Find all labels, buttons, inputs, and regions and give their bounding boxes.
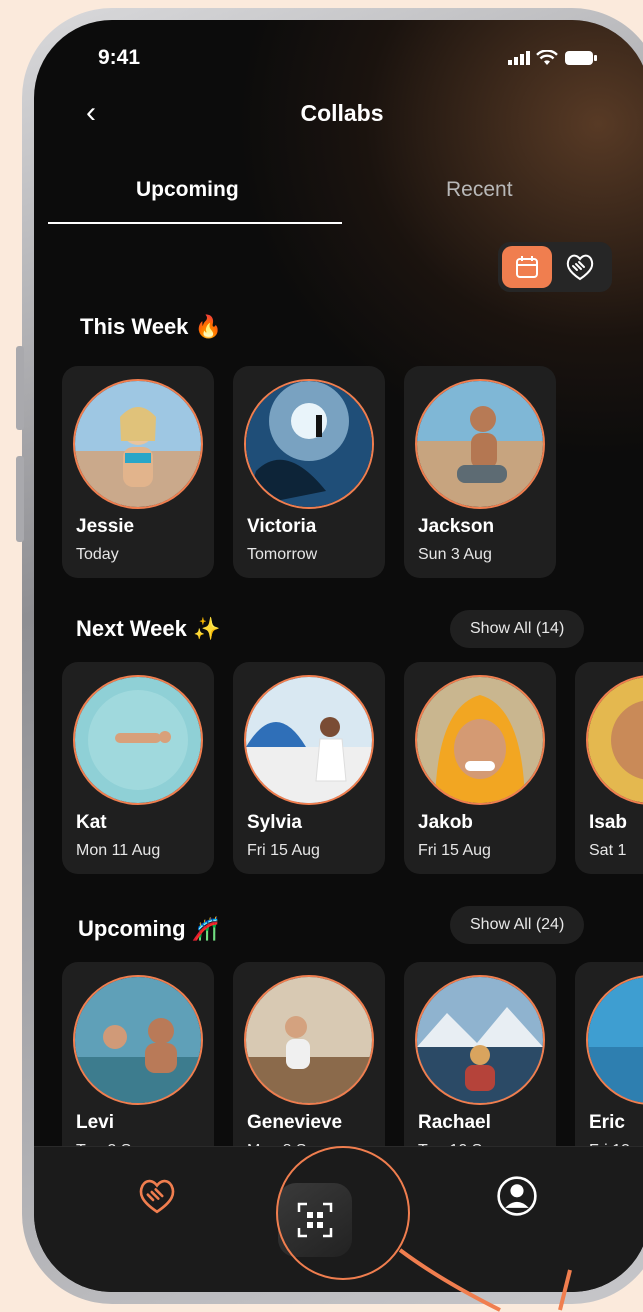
screen: 9:41 ‹ Collabs Upcoming Recent This Week… bbox=[34, 20, 643, 1292]
card-name: Jackson bbox=[418, 516, 495, 537]
battery-icon bbox=[565, 51, 597, 65]
card-name: Levi bbox=[76, 1112, 115, 1133]
signal-icon bbox=[508, 51, 530, 65]
card-date: Fri 15 Aug bbox=[418, 842, 491, 859]
avatar bbox=[586, 975, 643, 1105]
avatar bbox=[415, 975, 545, 1105]
card-date: Tomorrow bbox=[247, 546, 318, 563]
card-name: Isab bbox=[589, 812, 628, 833]
next-week-row: Kat Mon 11 Aug Sylvia Fri 15 Aug Jakob F… bbox=[62, 662, 643, 878]
avatar bbox=[73, 379, 203, 509]
collab-card[interactable]: Jakob Fri 15 Aug bbox=[404, 662, 556, 874]
view-toggle bbox=[498, 242, 612, 292]
card-date: Sat 1 bbox=[589, 842, 627, 859]
show-all-button[interactable]: Show All (24) bbox=[450, 906, 585, 944]
tab-bar: Upcoming Recent bbox=[48, 178, 628, 228]
card-date: Mon 11 Aug bbox=[76, 842, 161, 859]
avatar bbox=[73, 675, 203, 805]
nav-bar: ‹ Collabs bbox=[34, 96, 643, 136]
profile-icon[interactable] bbox=[496, 1175, 538, 1217]
card-name: Genevieve bbox=[247, 1112, 343, 1133]
collab-card[interactable]: Rachael Tue 10 Sep bbox=[404, 962, 556, 1174]
card-name: Jakob bbox=[418, 812, 473, 833]
pointer-arrow bbox=[398, 1248, 572, 1312]
collab-card[interactable]: Jackson Sun 3 Aug bbox=[404, 366, 556, 578]
calendar-icon bbox=[516, 256, 538, 278]
card-name: Eric bbox=[589, 1112, 625, 1133]
avatar bbox=[586, 675, 643, 805]
show-all-button[interactable]: Show All (14) bbox=[450, 610, 585, 648]
collab-card[interactable]: Jessie Today bbox=[62, 366, 214, 578]
mute-switch bbox=[16, 346, 24, 430]
tab-recent[interactable]: Recent bbox=[446, 178, 513, 202]
status-icons bbox=[508, 50, 598, 66]
card-date: Today bbox=[76, 546, 119, 563]
avatar bbox=[415, 379, 545, 509]
collab-card[interactable]: Eric Fri 12 bbox=[575, 962, 643, 1174]
section-title-upcoming: Upcoming 🎢 bbox=[78, 916, 220, 941]
collab-card[interactable]: Sylvia Fri 15 Aug bbox=[233, 662, 385, 874]
calendar-view-button[interactable] bbox=[502, 246, 552, 288]
handshake-icon[interactable] bbox=[136, 1175, 178, 1217]
section-title-next-week: Next Week ✨ bbox=[76, 616, 221, 641]
avatar bbox=[244, 675, 374, 805]
card-name: Jessie bbox=[76, 516, 135, 537]
avatar bbox=[73, 975, 203, 1105]
section-title-this-week: This Week 🔥 bbox=[80, 314, 222, 339]
card-name: Kat bbox=[76, 812, 107, 833]
tab-underline bbox=[48, 222, 342, 224]
card-date: Fri 15 Aug bbox=[247, 842, 320, 859]
card-name: Sylvia bbox=[247, 812, 302, 833]
status-time: 9:41 bbox=[98, 46, 141, 69]
avatar bbox=[415, 675, 545, 805]
card-name: Rachael bbox=[418, 1112, 491, 1133]
this-week-row: Jessie Today Victoria Tomorrow Jackson S… bbox=[62, 366, 643, 582]
collab-card[interactable]: Levi Tue 2 Sep bbox=[62, 962, 214, 1174]
collab-card[interactable]: Isab Sat 1 bbox=[575, 662, 643, 874]
avatar bbox=[244, 975, 374, 1105]
collab-card[interactable]: Genevieve Mon 8 Sep bbox=[233, 962, 385, 1174]
card-date: Sun 3 Aug bbox=[418, 546, 492, 563]
page-title: Collabs bbox=[300, 100, 384, 126]
status-bar: 9:41 bbox=[34, 46, 643, 76]
card-name: Victoria bbox=[247, 516, 317, 537]
collab-card[interactable]: Kat Mon 11 Aug bbox=[62, 662, 214, 874]
wifi-icon bbox=[536, 50, 558, 65]
avatar bbox=[244, 379, 374, 509]
collab-card[interactable]: Victoria Tomorrow bbox=[233, 366, 385, 578]
volume-button bbox=[16, 456, 24, 542]
handshake-icon[interactable] bbox=[564, 251, 596, 283]
tab-upcoming[interactable]: Upcoming bbox=[136, 178, 239, 202]
